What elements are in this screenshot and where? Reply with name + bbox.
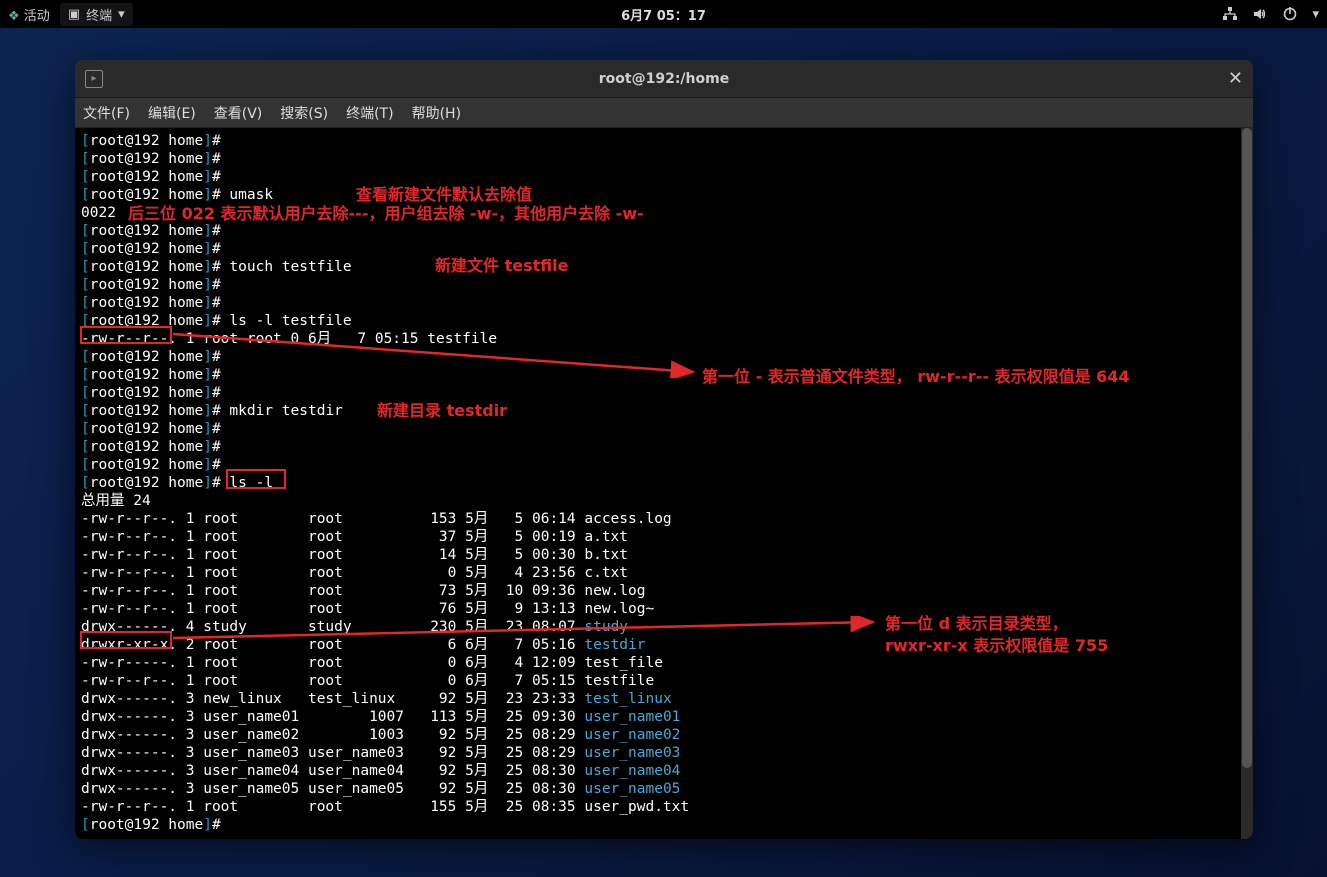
close-button[interactable]: ✕ (1228, 68, 1243, 89)
menu-help[interactable]: 帮助(H) (412, 103, 461, 123)
annotation-mkdir-desc: 新建目录 testdir (377, 397, 507, 421)
menubar: 文件(F) 编辑(E) 查看(V) 搜索(S) 终端(T) 帮助(H) (75, 98, 1253, 128)
annotation-0022-desc: 后三位 022 表示默认用户去除---，用户组去除 -w-，其他用户去除 -w- (128, 200, 644, 224)
volume-icon[interactable] (1252, 6, 1268, 22)
scrollbar-thumb[interactable] (1242, 128, 1252, 768)
clock[interactable]: 6月7 05：17 (621, 5, 706, 24)
window-titlebar[interactable]: ▸ root@192:/home ✕ (75, 60, 1253, 98)
chevron-down-icon: ▾ (118, 7, 125, 22)
terminal-body[interactable]: [root@192 home]# [root@192 home]# [root@… (75, 128, 1253, 839)
annotation-file-perm-desc: 第一位 - 表示普通文件类型， rw-r--r-- 表示权限值是 644 (702, 363, 1130, 387)
gnome-topbar: ❖ 活动 ▣ 终端 ▾ 6月7 05：17 ▾ (0, 0, 1327, 28)
menu-file[interactable]: 文件(F) (83, 103, 130, 123)
activities-button[interactable]: ❖ 活动 (8, 5, 50, 24)
window-title: root@192:/home (599, 71, 729, 87)
terminal-app-icon: ▣ (68, 7, 80, 22)
terminal-window: ▸ root@192:/home ✕ 文件(F) 编辑(E) 查看(V) 搜索(… (75, 60, 1253, 839)
menu-search[interactable]: 搜索(S) (280, 103, 328, 123)
chevron-down-icon[interactable]: ▾ (1312, 7, 1319, 22)
annotation-touch-desc: 新建文件 testfile (435, 252, 568, 276)
menu-view[interactable]: 查看(V) (214, 103, 263, 123)
network-icon[interactable] (1222, 6, 1238, 22)
menu-edit[interactable]: 编辑(E) (148, 103, 196, 123)
window-menu-icon[interactable]: ▸ (85, 70, 103, 88)
annotation-dir-perm-desc1: 第一位 d 表示目录类型， (885, 610, 1068, 634)
scrollbar[interactable] (1241, 128, 1253, 839)
menu-terminal[interactable]: 终端(T) (346, 103, 393, 123)
annotation-dir-perm-desc2: rwxr-xr-x 表示权限值是 755 (885, 632, 1108, 656)
power-icon[interactable] (1282, 6, 1298, 22)
app-menu[interactable]: ▣ 终端 ▾ (60, 3, 133, 26)
